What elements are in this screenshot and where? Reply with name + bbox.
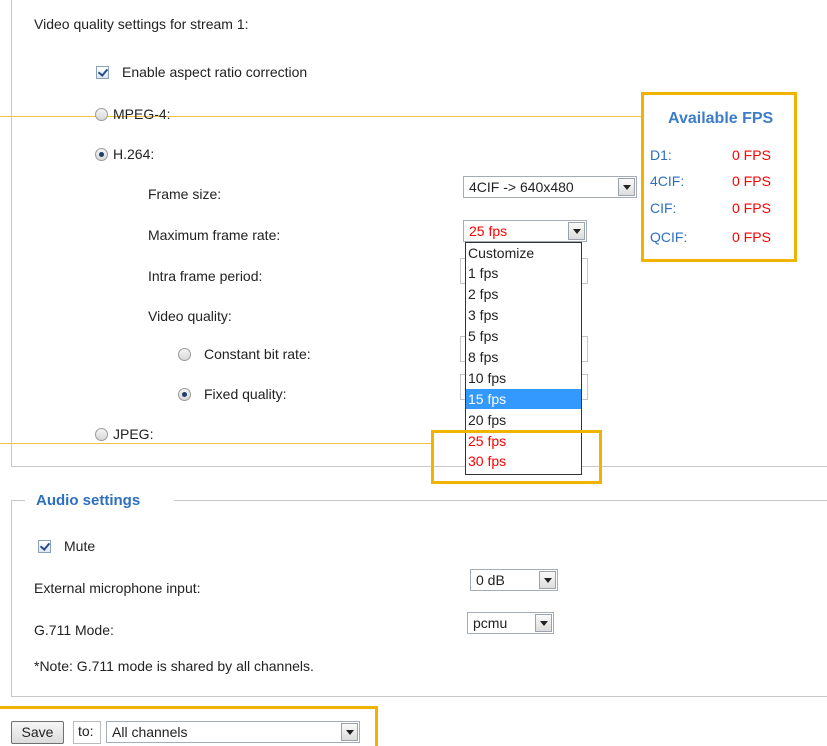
h264-radio[interactable] — [95, 148, 108, 161]
frame-rate-option-highlighted[interactable]: 15 fps — [466, 389, 581, 409]
channels-value: All channels — [112, 724, 188, 740]
mpeg4-radio[interactable] — [95, 108, 108, 121]
fps-row-label: QCIF: — [650, 229, 688, 245]
h264-label: H.264: — [113, 146, 155, 162]
chevron-down-icon[interactable] — [341, 723, 358, 741]
audio-fieldset-left-border — [11, 500, 12, 697]
frame-rate-option[interactable]: Customize — [466, 243, 581, 263]
cbr-label: Constant bit rate: — [204, 346, 311, 362]
frame-rate-option[interactable]: 10 fps — [466, 368, 581, 388]
frame-rate-option[interactable]: 1 fps — [466, 263, 581, 283]
jpeg-radio[interactable] — [95, 428, 108, 441]
ext-mic-label: External microphone input: — [34, 580, 201, 596]
aspect-ratio-label: Enable aspect ratio correction — [122, 64, 308, 80]
fps-row-value: 0 FPS — [732, 173, 771, 189]
frame-rate-option[interactable]: 8 fps — [466, 347, 581, 367]
save-button[interactable]: Save — [11, 721, 64, 744]
fixed-quality-radio[interactable] — [178, 388, 191, 401]
g711-mode-value: pcmu — [473, 615, 508, 631]
intra-frame-label: Intra frame period: — [148, 268, 263, 284]
g711-mode-select[interactable]: pcmu — [467, 612, 554, 634]
mute-label: Mute — [64, 538, 96, 554]
g711-note: *Note: G.711 mode is shared by all chann… — [34, 658, 314, 674]
frame-rate-option[interactable]: 2 fps — [466, 284, 581, 304]
chevron-down-icon[interactable] — [539, 571, 556, 589]
frame-size-label: Frame size: — [148, 186, 222, 202]
max-frame-rate-select[interactable]: 25 fps — [463, 220, 587, 242]
fps-row-value: 0 FPS — [732, 229, 771, 245]
channels-select[interactable]: All channels — [106, 721, 360, 743]
jpeg-label: JPEG: — [113, 426, 154, 442]
frame-size-select[interactable]: 4CIF -> 640x480 — [463, 176, 637, 198]
audio-fieldset-top-left — [11, 500, 25, 501]
g711-mode-label: G.711 Mode: — [34, 622, 114, 638]
audio-fieldset-top-right — [174, 500, 827, 501]
ext-mic-select[interactable]: 0 dB — [470, 569, 558, 591]
unavailable-fps-callout — [431, 430, 602, 484]
fps-row-label: CIF: — [650, 200, 677, 216]
audio-fieldset-bottom-border — [11, 696, 827, 697]
video-settings-heading: Video quality settings for stream 1: — [34, 16, 249, 32]
callout-line-bottom — [0, 443, 432, 444]
to-label: to: — [78, 723, 94, 739]
ext-mic-value: 0 dB — [476, 572, 505, 588]
frame-rate-option[interactable]: 5 fps — [466, 326, 581, 346]
chevron-down-icon[interactable] — [618, 178, 635, 196]
fps-row-label: 4CIF: — [650, 173, 685, 189]
audio-settings-title: Audio settings — [36, 492, 141, 509]
aspect-ratio-checkbox[interactable] — [96, 66, 109, 79]
cbr-radio[interactable] — [178, 348, 191, 361]
frame-rate-option[interactable]: 3 fps — [466, 305, 581, 325]
max-frame-rate-value: 25 fps — [469, 223, 508, 239]
fps-row-value: 0 FPS — [732, 200, 771, 216]
mpeg4-label: MPEG-4: — [113, 106, 171, 122]
mute-checkbox[interactable] — [38, 540, 51, 553]
video-fieldset-left-border — [11, 0, 12, 467]
chevron-down-icon[interactable] — [568, 222, 585, 240]
available-fps-title: Available FPS — [668, 110, 774, 127]
fps-row-label: D1: — [650, 147, 672, 163]
fixed-quality-label: Fixed quality: — [204, 386, 287, 402]
fps-row-value: 0 FPS — [732, 147, 771, 163]
frame-rate-option[interactable]: 20 fps — [466, 410, 581, 430]
video-fieldset-bottom-border — [11, 466, 827, 467]
max-frame-rate-label: Maximum frame rate: — [148, 227, 281, 243]
video-quality-label: Video quality: — [148, 308, 232, 324]
frame-size-value: 4CIF -> 640x480 — [469, 179, 574, 195]
chevron-down-icon[interactable] — [535, 614, 552, 632]
